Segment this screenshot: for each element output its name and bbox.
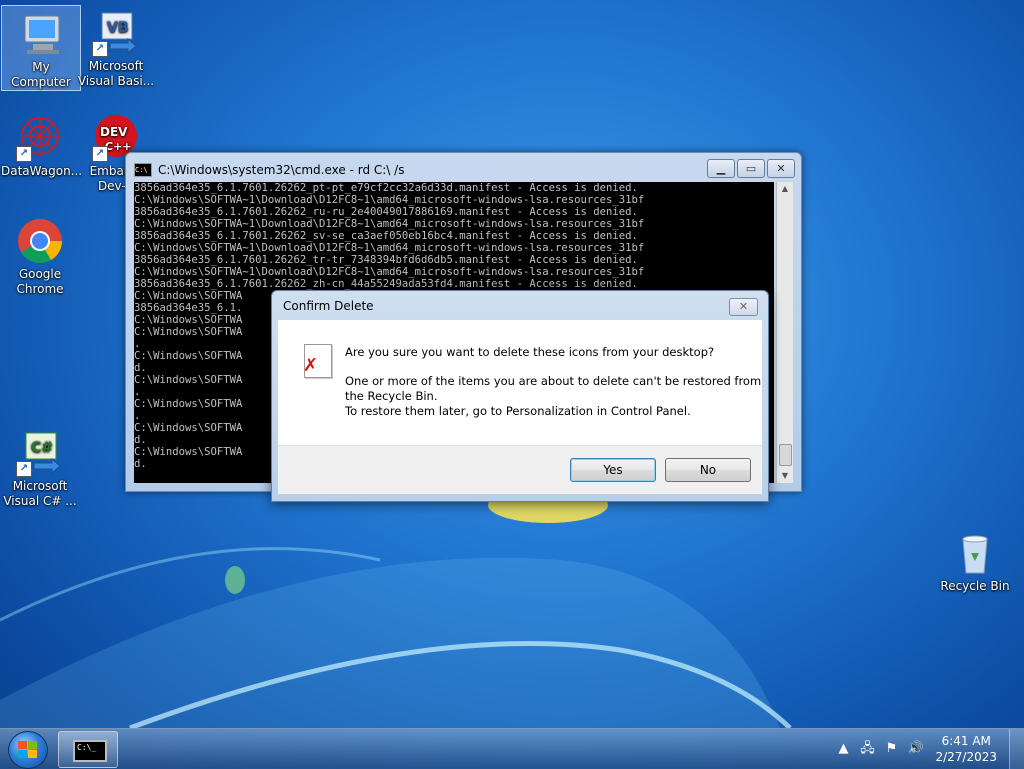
volume-icon[interactable]: 🔊 <box>907 741 923 757</box>
cmd-taskbar-icon: C:\_ <box>73 740 107 762</box>
desktop-icon-label: Google Chrome <box>16 267 64 296</box>
maximize-icon: ▭ <box>745 162 757 175</box>
shortcut-arrow-icon: ↗ <box>16 146 32 162</box>
computer-icon <box>17 10 65 58</box>
close-icon: ✕ <box>776 162 786 175</box>
confirm-delete-dialog[interactable]: Confirm Delete ✕ ✗ Are you sure you want… <box>271 290 769 502</box>
dialog-body: ✗ Are you sure you want to delete these … <box>278 320 762 445</box>
desktop-icon-label: Microsoft Visual C# ... <box>3 479 77 508</box>
desktop-icon-label: Recycle Bin <box>940 579 1010 593</box>
show-desktop-button[interactable] <box>1009 729 1024 769</box>
desktop-icon-visual-basic[interactable]: VB ↗ Microsoft Visual Basi... <box>77 5 155 89</box>
maximize-button[interactable]: ▭ <box>737 159 765 178</box>
shortcut-arrow-icon: ↗ <box>92 41 108 57</box>
console-line: 3856ad364e35_6.1.7601.26262_pt-pt_e79cf2… <box>134 182 638 194</box>
console-line: C:\Windows\SOFTWA~1\Download\D12FC8~1\am… <box>134 266 645 278</box>
desktop-icon-chrome[interactable]: Google Chrome <box>1 213 79 297</box>
visual-csharp-icon: C# ↗ <box>16 429 64 477</box>
minimize-button[interactable]: ▁ <box>707 159 735 178</box>
svg-text:C#: C# <box>31 440 53 456</box>
desktop-icon-recycle-bin[interactable]: Recycle Bin <box>936 525 1014 594</box>
clock-date: 2/27/2023 <box>935 750 997 764</box>
dialog-button-bar: Yes No <box>278 445 762 494</box>
desktop-icon-visual-csharp[interactable]: C# ↗ Microsoft Visual C# ... <box>1 425 79 509</box>
clock-time: 6:41 AM <box>941 734 991 748</box>
taskbar-item-cmd[interactable]: C:\_ <box>58 731 118 768</box>
scroll-up-icon[interactable]: ▲ <box>777 182 793 196</box>
console-line: 3856ad364e35_6.1.7601.26262_ru-ru_2e4004… <box>134 206 638 218</box>
visual-basic-icon: VB ↗ <box>92 9 140 57</box>
console-line: C:\Windows\SOFTWA~1\Download\D12FC8~1\am… <box>134 218 645 230</box>
console-line: 3856ad364e35_6.1.7601.26262_zh-cn_44a552… <box>134 278 638 290</box>
scroll-thumb[interactable] <box>779 444 792 466</box>
minimize-icon: ▁ <box>716 162 726 175</box>
cmd-titlebar[interactable]: C:\ C:\Windows\system32\cmd.exe - rd C:\… <box>134 161 404 179</box>
desktop-icon-label: Microsoft Visual Basi... <box>77 59 155 88</box>
show-hidden-icons-icon[interactable]: ▲ <box>835 741 851 757</box>
close-button[interactable]: ✕ <box>767 159 795 178</box>
datawagon-icon: ↗ <box>16 114 64 162</box>
taskbar: C:\_ ▲ 🖧 ⚑ 🔊 6:41 AM 2/27/2023 <box>0 728 1024 769</box>
dialog-detail-line-2: the Recycle Bin. <box>345 389 438 403</box>
windows-logo-icon <box>18 741 38 759</box>
shortcut-arrow-icon: ↗ <box>92 146 108 162</box>
dialog-detail-line-3: To restore them later, go to Personaliza… <box>345 404 691 418</box>
cmd-scrollbar[interactable]: ▲ ▼ <box>776 182 793 483</box>
desktop-icon-label: My Computer <box>11 60 71 89</box>
console-line: 3856ad364e35_6.1.7601.26262_tr-tr_734839… <box>134 254 638 266</box>
no-button[interactable]: No <box>665 458 751 482</box>
recycle-bin-icon <box>951 529 999 577</box>
dialog-question: Are you sure you want to delete these ic… <box>345 345 715 359</box>
shortcut-arrow-icon: ↗ <box>16 461 32 477</box>
chrome-icon <box>16 217 64 265</box>
delete-file-icon: ✗ <box>303 344 332 378</box>
console-line: C:\Windows\SOFTWA~1\Download\D12FC8~1\am… <box>134 194 645 206</box>
dialog-close-button[interactable]: ✕ <box>729 298 758 316</box>
scroll-down-icon[interactable]: ▼ <box>777 469 793 483</box>
close-icon: ✕ <box>738 300 749 313</box>
console-line: 3856ad364e35_6.1.7601.26262_sv-se_ca3aef… <box>134 230 638 242</box>
system-tray: ▲ 🖧 ⚑ 🔊 6:41 AM 2/27/2023 <box>831 729 1024 769</box>
svg-text:VB: VB <box>107 20 129 36</box>
yes-button[interactable]: Yes <box>570 458 656 482</box>
console-line: C:\Windows\SOFTWA~1\Download\D12FC8~1\am… <box>134 242 645 254</box>
desktop-icon-label: DataWagon... <box>1 164 83 178</box>
svg-text:C++: C++ <box>105 140 132 153</box>
svg-text:DEV: DEV <box>100 125 128 139</box>
cmd-app-icon: C:\ <box>134 163 152 177</box>
desktop-icon-datawagon[interactable]: ↗ DataWagon... <box>1 110 83 179</box>
dialog-detail-line-1: One or more of the items you are about t… <box>345 374 762 388</box>
action-center-flag-icon[interactable]: ⚑ <box>883 741 899 757</box>
desktop-icon-my-computer[interactable]: My Computer <box>1 5 81 91</box>
start-button[interactable] <box>8 731 48 769</box>
clock[interactable]: 6:41 AM 2/27/2023 <box>935 733 997 765</box>
dialog-title: Confirm Delete <box>283 299 374 313</box>
cmd-window-title: C:\Windows\system32\cmd.exe - rd C:\ /s <box>158 163 405 177</box>
network-icon[interactable]: 🖧 <box>859 741 875 757</box>
